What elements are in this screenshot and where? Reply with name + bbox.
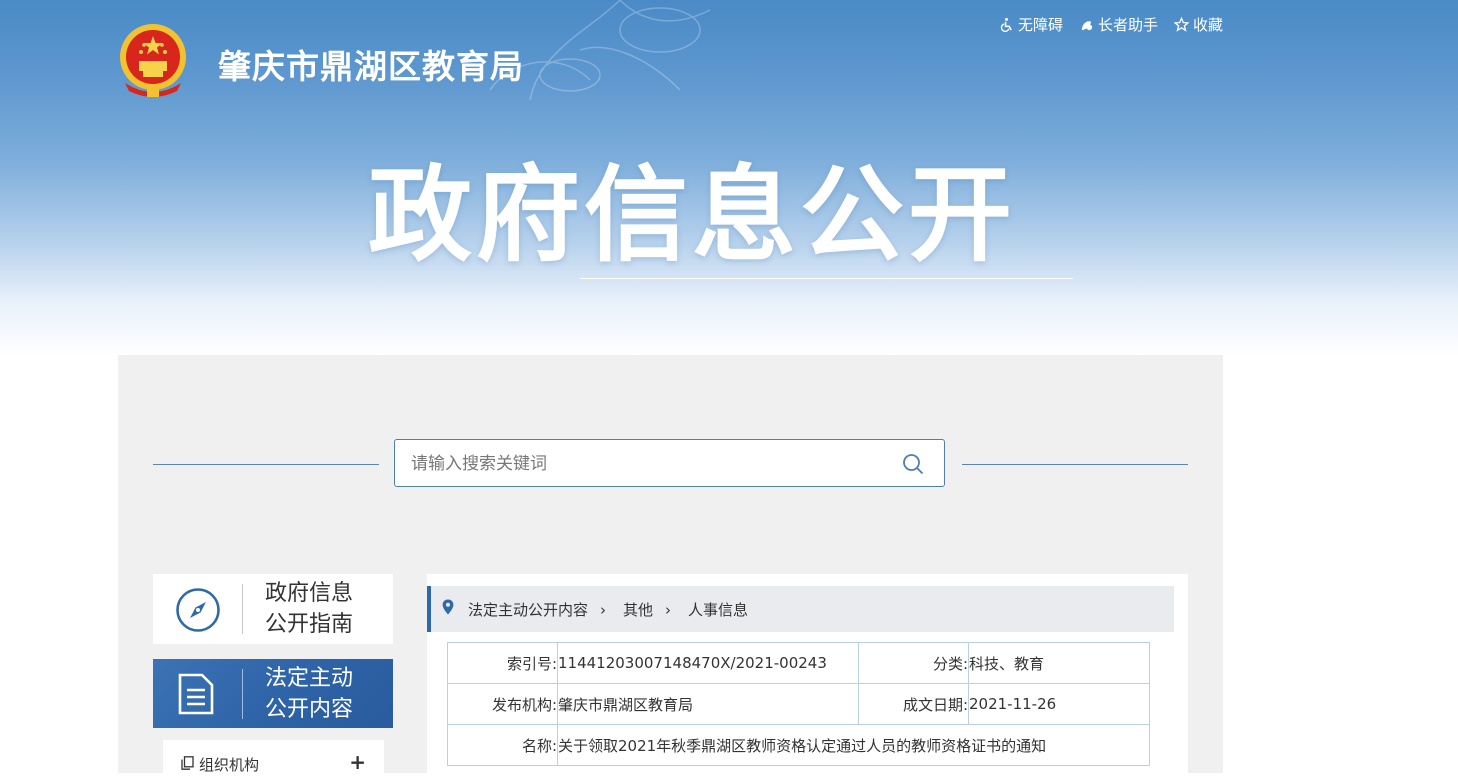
sidebar-item-statutory-content[interactable]: 法定主动 公开内容 xyxy=(153,659,393,728)
table-row: 索引号: 11441203007148470X/2021-00243 分类: 科… xyxy=(447,642,1150,684)
table-row: 发布机构: 肇庆市鼎湖区教育局 成文日期: 2021-11-26 xyxy=(447,683,1150,725)
top-links: 无障碍 长者助手 收藏 xyxy=(999,14,1223,35)
breadcrumb-item[interactable]: 其他 xyxy=(623,599,653,620)
search-left-line xyxy=(153,464,379,465)
search-input[interactable] xyxy=(409,440,893,488)
submenu-item-organization[interactable]: 组织机构 + xyxy=(163,740,384,780)
accessibility-link[interactable]: 无障碍 xyxy=(999,14,1063,35)
sidebar-separator xyxy=(242,584,243,634)
wheelchair-icon xyxy=(1000,17,1012,32)
category-value: 科技、教育 xyxy=(968,642,1150,684)
document-icon xyxy=(178,673,214,715)
content-panel: 法定主动公开内容 › 其他 › 人事信息 索引号: 11441203007148… xyxy=(427,574,1188,773)
info-table: 索引号: 11441203007148470X/2021-00243 分类: 科… xyxy=(447,642,1150,766)
elder-assistant-icon xyxy=(1081,21,1093,31)
sidebar-item-label: 法定主动 公开内容 xyxy=(265,663,353,725)
sidebar-separator xyxy=(242,669,243,719)
site-title: 肇庆市鼎湖区教育局 xyxy=(218,47,524,86)
title-divider xyxy=(580,278,1073,279)
search-right-line xyxy=(962,464,1188,465)
index-label: 索引号: xyxy=(447,642,558,684)
header-banner: 肇庆市鼎湖区教育局 无障碍 长者助手 收藏 政府信息公开 xyxy=(0,0,1458,356)
table-row: 名称: 关于领取2021年秋季鼎湖区教师资格认定通过人员的教师资格证书的通知 xyxy=(447,724,1150,766)
breadcrumb: 法定主动公开内容 › 其他 › 人事信息 xyxy=(427,586,1174,632)
date-value: 2021-11-26 xyxy=(968,683,1150,725)
publisher-label: 发布机构: xyxy=(447,683,558,725)
search-box xyxy=(394,439,945,488)
copy-icon xyxy=(181,756,194,770)
main-panel: 政府信息 公开指南 法定主动 公开内容 组织机构 + xyxy=(118,355,1223,780)
name-value: 关于领取2021年秋季鼎湖区教师资格认定通过人员的教师资格证书的通知 xyxy=(557,724,1150,766)
favorite-link[interactable]: 收藏 xyxy=(1173,14,1223,35)
date-label: 成文日期: xyxy=(858,683,969,725)
chevron-right-icon: › xyxy=(600,600,607,619)
expand-toggle[interactable]: + xyxy=(349,750,366,774)
compass-icon xyxy=(176,588,220,632)
active-line1: 法定主动 xyxy=(265,666,354,691)
publisher-value: 肇庆市鼎湖区教育局 xyxy=(557,683,859,725)
sidebar-item-guide[interactable]: 政府信息 公开指南 xyxy=(153,574,393,644)
accessibility-label: 无障碍 xyxy=(1017,16,1063,34)
elder-assistant-label: 长者助手 xyxy=(1097,16,1158,34)
breadcrumb-item[interactable]: 人事信息 xyxy=(688,599,748,620)
guide-line2: 公开指南 xyxy=(265,612,354,637)
active-line2: 公开内容 xyxy=(265,697,354,722)
breadcrumb-items: 法定主动公开内容 › 其他 › 人事信息 xyxy=(468,599,748,620)
banner-title: 政府信息公开 xyxy=(368,154,1017,276)
sidebar-item-label: 政府信息 公开指南 xyxy=(265,578,353,640)
national-emblem-icon xyxy=(120,24,186,97)
guide-line1: 政府信息 xyxy=(265,581,354,606)
location-pin-icon xyxy=(442,599,454,615)
submenu-label: 组织机构 xyxy=(199,756,260,774)
name-label: 名称: xyxy=(447,724,558,766)
chevron-right-icon: › xyxy=(665,600,672,619)
search-icon[interactable] xyxy=(902,453,924,475)
elder-assistant-link[interactable]: 长者助手 xyxy=(1079,14,1158,35)
index-value: 11441203007148470X/2021-00243 xyxy=(557,642,859,684)
star-icon xyxy=(1173,17,1189,32)
breadcrumb-item[interactable]: 法定主动公开内容 xyxy=(468,599,588,620)
favorite-label: 收藏 xyxy=(1192,16,1223,34)
category-label: 分类: xyxy=(858,642,969,684)
